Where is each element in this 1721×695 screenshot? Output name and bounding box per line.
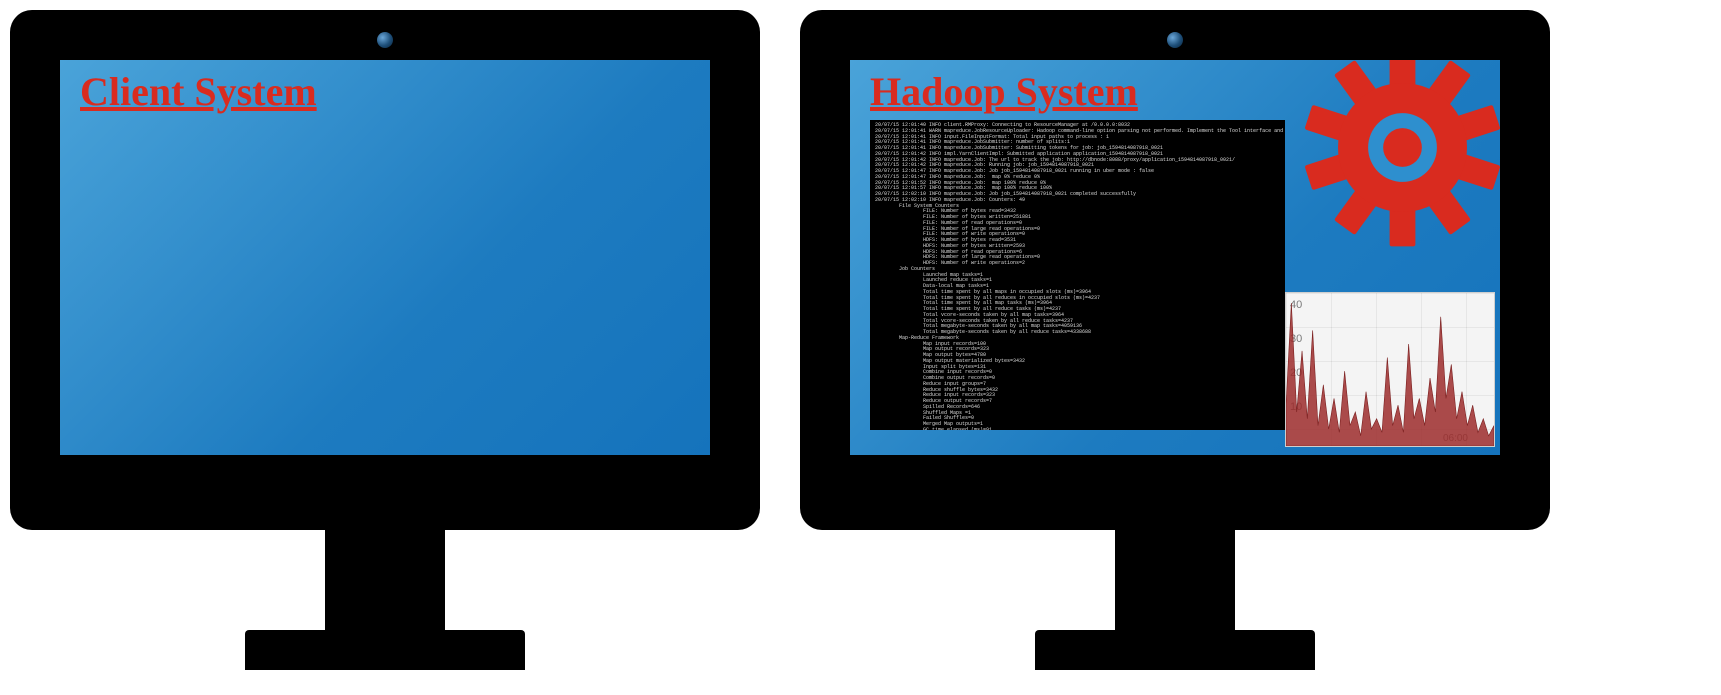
monitor-stand <box>325 530 445 630</box>
camera-dot <box>377 32 393 48</box>
hadoop-screen: Hadoop System 20/07/15 12:01:40 INFO cli… <box>850 60 1500 455</box>
client-monitor: Client System <box>10 10 760 670</box>
monitor-stand <box>1115 530 1235 630</box>
camera-dot <box>1167 32 1183 48</box>
load-chart: 40 30 20 10 06:00 <box>1285 292 1495 447</box>
gear-icon <box>1295 60 1500 255</box>
hadoop-monitor: Hadoop System 20/07/15 12:01:40 INFO cli… <box>800 10 1550 670</box>
terminal-output: 20/07/15 12:01:40 INFO client.RMProxy: C… <box>870 120 1285 430</box>
client-title: Client System <box>80 68 317 115</box>
client-screen: Client System <box>60 60 710 455</box>
hadoop-title: Hadoop System <box>870 68 1138 115</box>
